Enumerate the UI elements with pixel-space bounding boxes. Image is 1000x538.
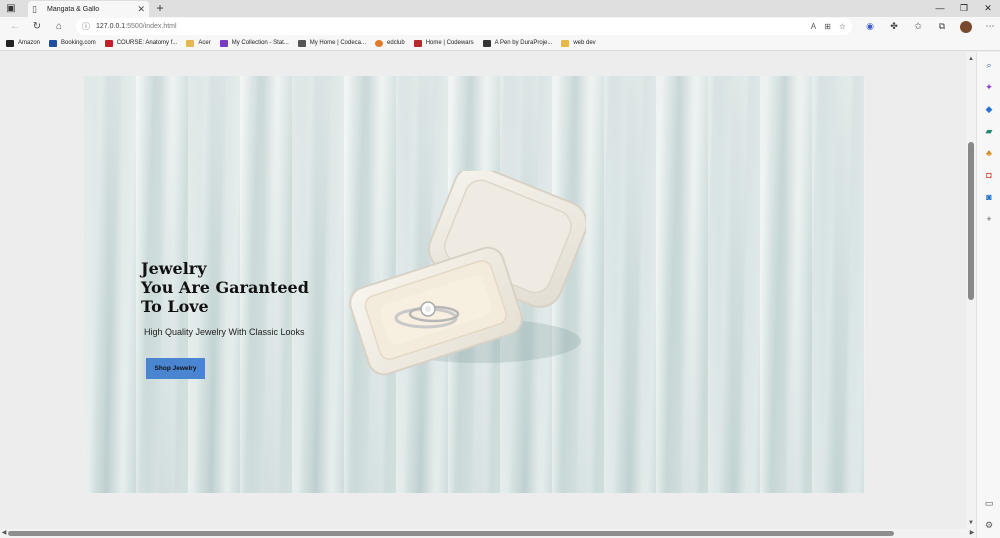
extension-icon[interactable]: ◉ [858,17,882,36]
gear-icon[interactable]: ⚙ [977,518,1000,532]
tools-icon[interactable]: ▰ [977,124,1000,138]
horizontal-scrollbar[interactable]: ◀ ▶ [0,529,976,538]
bookmark-item[interactable]: Booking.com [49,39,96,47]
edge-sidebar: ⌕ ✦ ◆ ▰ ♣ ◘ ◙ + ▭ ⚙ [976,52,1000,538]
bookmark-icon [104,39,113,47]
minimize-button[interactable]: — [928,0,952,17]
shopping-tag-icon[interactable]: ◆ [977,102,1000,116]
bookmark-item[interactable]: My Collection - Stat... [219,39,289,47]
maximize-button[interactable]: ❐ [952,0,976,17]
bookmark-item[interactable]: edclub [375,39,405,47]
page-icon: ▯ [32,3,37,14]
tab-title: Mangata & Gallo [47,5,100,13]
outlook-icon[interactable]: ◙ [977,190,1000,204]
heading-line: Jewelry [141,259,207,278]
bookmark-item[interactable]: Amazon [6,39,40,47]
bookmarks-bar: Amazon Booking.com COURSE: Anatomy f... … [0,36,1000,51]
sparkle-icon[interactable]: ✦ [977,80,1000,94]
shop-jewelry-button[interactable]: Shop Jewelry [146,358,205,379]
tab-active[interactable]: ▯ Mangata & Gallo ✕ [28,1,149,17]
folder-icon [561,39,570,47]
codepen-icon [482,39,491,47]
hero-subtitle: High Quality Jewelry With Classic Looks [144,327,305,337]
address-bar-actions: A ⊞ ☆ [811,22,846,31]
url-path: :5500/index.html [125,23,177,30]
more-menu-icon[interactable]: ⋯ [978,17,1000,36]
address-bar[interactable]: ⓘ 127.0.0.1:5500/index.html A ⊞ ☆ [76,18,852,35]
close-window-button[interactable]: ✕ [976,0,1000,17]
bookmark-icon [219,39,228,47]
add-icon[interactable]: + [977,212,1000,226]
bookmark-icon [297,39,306,47]
sidebar-panel-icon[interactable]: ▭ [977,496,1000,510]
app-available-icon[interactable]: ⊞ [824,22,831,31]
hero-banner: Jewelry You Are Garanteed To Love High Q… [84,76,865,493]
search-icon[interactable]: ⌕ [977,58,1000,72]
scroll-right-arrow-icon[interactable]: ▶ [968,529,976,538]
tab-actions-icon[interactable]: ▣ [0,0,22,17]
bookmark-item[interactable]: Home | Codewars [413,39,474,47]
back-button[interactable]: ← [4,17,26,36]
bookmark-item[interactable]: Acer [186,39,211,47]
site-info-icon[interactable]: ⓘ [82,21,90,32]
new-tab-button[interactable]: + [153,1,167,15]
window-controls: — ❐ ✕ [928,0,1000,17]
page-viewport: Jewelry You Are Garanteed To Love High Q… [0,52,966,529]
toolbar-extensions: ◉ ✤ ✩ ⧉ ⋯ [858,17,1000,36]
bookmark-item[interactable]: COURSE: Anatomy f... [104,39,177,47]
scroll-up-arrow-icon[interactable]: ▲ [966,54,976,64]
toolbar: ← ↻ ⌂ ⓘ 127.0.0.1:5500/index.html A ⊞ ☆ … [0,17,1000,36]
bookmark-icon [6,39,14,47]
office-icon[interactable]: ◘ [977,168,1000,182]
folder-icon [186,39,195,47]
bookmark-icon [413,39,422,47]
vertical-scrollbar[interactable]: ▲ ▼ [966,52,976,529]
bookmark-item[interactable]: My Home | Codeca... [297,39,366,47]
scroll-down-arrow-icon[interactable]: ▼ [966,518,976,528]
url-text[interactable]: 127.0.0.1:5500/index.html [96,23,811,30]
title-bar: ▣ ▯ Mangata & Gallo ✕ + — ❐ ✕ [0,0,1000,17]
favorites-icon[interactable]: ✩ [906,17,930,36]
add-favorite-icon[interactable]: ☆ [839,22,846,31]
bookmark-icon [49,39,58,47]
collections-icon[interactable]: ⧉ [930,17,954,36]
hero-text: Jewelry You Are Garanteed To Love High Q… [141,259,309,337]
scroll-left-arrow-icon[interactable]: ◀ [0,529,8,538]
extensions-puzzle-icon[interactable]: ✤ [882,17,906,36]
bookmark-item[interactable]: A Pen by DuraProje... [482,39,552,47]
hero-heading: Jewelry You Are Garanteed To Love [141,259,309,316]
heading-line: To Love [141,297,209,316]
home-button[interactable]: ⌂ [48,17,70,36]
bookmark-icon [375,39,384,47]
heading-line: You Are Garanteed [141,278,309,297]
bookmark-item[interactable]: web dev [561,39,596,47]
games-icon[interactable]: ♣ [977,146,1000,160]
vertical-scroll-thumb[interactable] [968,142,974,300]
ring-box-image [349,171,586,376]
read-aloud-icon[interactable]: A [811,22,816,31]
tab-close-icon[interactable]: ✕ [137,4,145,15]
horizontal-scroll-thumb[interactable] [8,531,894,536]
url-host: 127.0.0.1 [96,23,126,30]
reload-button[interactable]: ↻ [26,17,48,36]
profile-avatar[interactable] [960,20,972,33]
browser-window: ▣ ▯ Mangata & Gallo ✕ + — ❐ ✕ ← ↻ ⌂ ⓘ 12… [0,0,1000,538]
